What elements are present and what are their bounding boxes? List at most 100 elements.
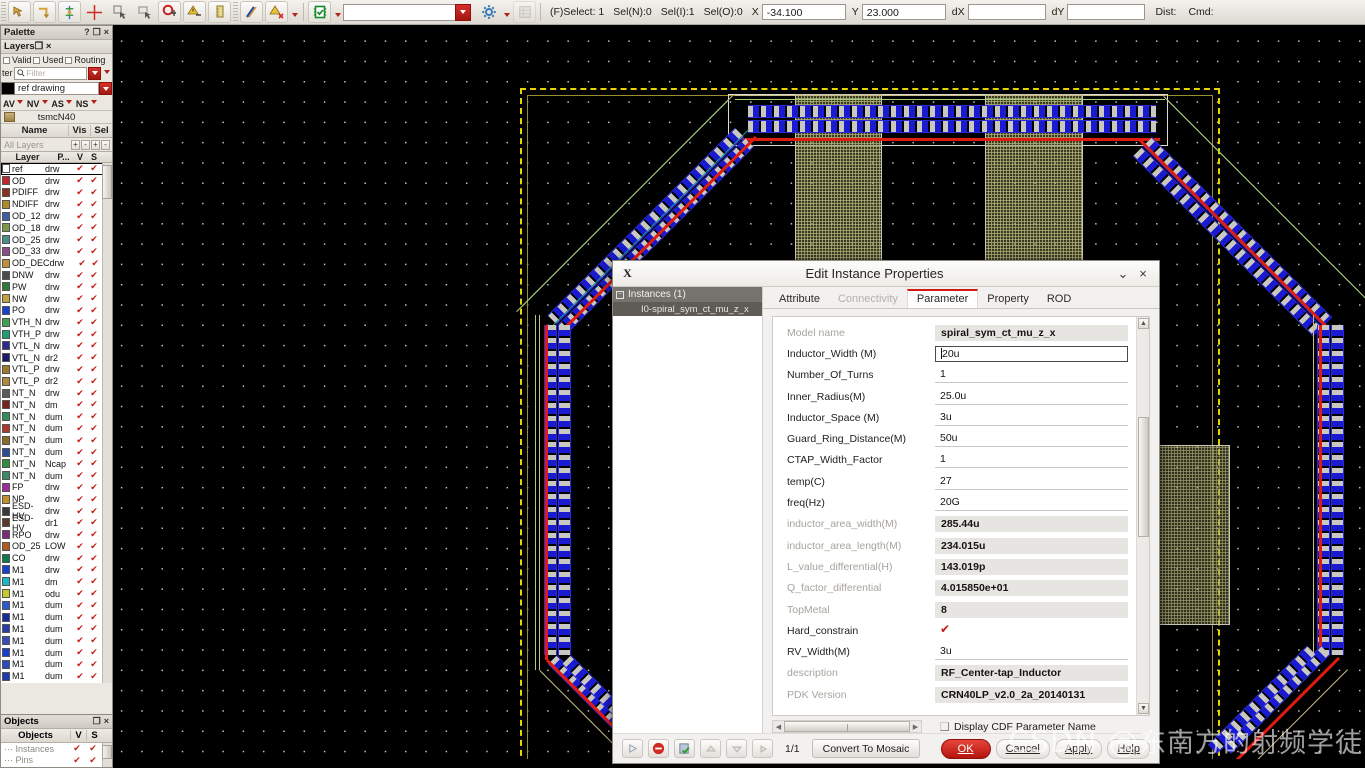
vis-all-on-button[interactable]: + xyxy=(71,139,80,150)
objects-title-buttons[interactable]: ❐ × xyxy=(93,716,109,727)
layer-selectable-checkbox[interactable]: ✔ xyxy=(87,187,101,198)
close-icon[interactable]: × xyxy=(1133,264,1153,284)
layer-visible-checkbox[interactable]: ✔ xyxy=(73,305,87,316)
nv-button[interactable]: NV xyxy=(25,99,41,109)
convert-to-mosaic-button[interactable]: Convert To Mosaic xyxy=(811,739,921,758)
layer-selectable-checkbox[interactable]: ✔ xyxy=(87,175,101,186)
layers-undock-icon[interactable]: ❐ xyxy=(35,41,44,52)
layer-selectable-checkbox[interactable]: ✔ xyxy=(87,399,101,410)
layer-visible-checkbox[interactable]: ✔ xyxy=(73,517,87,528)
layer-visible-checkbox[interactable]: ✔ xyxy=(73,671,87,682)
layer-visible-checkbox[interactable]: ✔ xyxy=(73,612,87,623)
layer-row[interactable]: M1 dum ✔✔ xyxy=(1,611,112,623)
play-icon[interactable] xyxy=(622,739,643,758)
parameter-form-wrapper[interactable]: Model name spiral_sym_ct_mu_z_x Inductor_W… xyxy=(772,316,1150,716)
layer-row[interactable]: RPO drw ✔ ✔ xyxy=(1,529,112,541)
ruler-icon[interactable] xyxy=(208,1,231,23)
layer-row[interactable]: ref drw ✔ ✔ xyxy=(1,163,112,175)
layer-row[interactable]: OD drw ✔ ✔ xyxy=(1,175,112,187)
layer-visible-checkbox[interactable]: ✔ xyxy=(73,175,87,186)
layer-visible-checkbox[interactable]: ✔ xyxy=(73,529,87,540)
layer-selectable-checkbox[interactable]: ✔ xyxy=(87,623,101,634)
down-icon[interactable] xyxy=(726,739,747,758)
layer-visible-checkbox[interactable]: ✔ xyxy=(73,435,87,446)
dialog-titlebar[interactable]: X Edit Instance Properties ⌄ × xyxy=(613,261,1159,287)
help-icon[interactable]: ? xyxy=(84,27,90,38)
ns-dropdown[interactable] xyxy=(89,100,98,107)
layer-selectable-checkbox[interactable]: ✔ xyxy=(87,317,101,328)
layer-selectable-checkbox[interactable]: ✔ xyxy=(87,506,101,517)
minimize-icon[interactable]: ⌄ xyxy=(1113,264,1133,284)
layer-visible-checkbox[interactable]: ✔ xyxy=(73,270,87,281)
layer-row[interactable]: DNW drw ✔ ✔ xyxy=(1,269,112,281)
filter-dropdown-button[interactable] xyxy=(88,66,101,80)
apply-button[interactable]: Apply xyxy=(1054,738,1103,759)
objects-visible-checkbox[interactable]: ✔ xyxy=(69,755,85,766)
undock-icon[interactable]: ❐ xyxy=(93,27,101,38)
palette-title-buttons[interactable]: ? ❐ × xyxy=(84,27,109,38)
alert-flag-icon[interactable] xyxy=(265,1,288,23)
objects-scrollbar[interactable] xyxy=(102,743,112,767)
layer-row[interactable]: PDIFF drw ✔ ✔ xyxy=(1,187,112,199)
hscroll-left-arrow[interactable]: ◀ xyxy=(773,721,784,732)
layer-row[interactable]: OD_25 LOW ✔ ✔ xyxy=(1,541,112,553)
parameter-value[interactable]: 27 xyxy=(935,473,1128,490)
layer-visible-checkbox[interactable]: ✔ xyxy=(73,635,87,646)
layer-selectable-checkbox[interactable]: ✔ xyxy=(87,246,101,257)
valid-checkbox[interactable] xyxy=(3,56,10,64)
vis-all-off-button[interactable]: - xyxy=(81,139,90,150)
layer-selectable-checkbox[interactable]: ✔ xyxy=(87,494,101,505)
layer-visible-checkbox[interactable]: ✔ xyxy=(73,623,87,634)
layer-row[interactable]: NT_N Ncap ✔ ✔ xyxy=(1,458,112,470)
layer-visible-checkbox[interactable]: ✔ xyxy=(73,447,87,458)
layer-selectable-checkbox[interactable]: ✔ xyxy=(87,458,101,469)
layer-selectable-checkbox[interactable]: ✔ xyxy=(87,647,101,658)
layer-visible-checkbox[interactable]: ✔ xyxy=(73,199,87,210)
tab-property[interactable]: Property xyxy=(978,291,1038,308)
tech-library-row[interactable]: tsmcN40 xyxy=(1,110,112,124)
current-layer-name[interactable]: ref drawing xyxy=(15,82,99,95)
layer-visible-checkbox[interactable]: ✔ xyxy=(73,352,87,363)
objects-selectable-checkbox[interactable]: ✔ xyxy=(85,743,101,754)
up-icon[interactable] xyxy=(700,739,721,758)
layer-selectable-checkbox[interactable]: ✔ xyxy=(89,258,102,269)
edit-instance-properties-dialog[interactable]: X Edit Instance Properties ⌄ × − Instanc… xyxy=(612,260,1160,764)
tab-parameter[interactable]: Parameter xyxy=(906,289,979,308)
main-toolbar[interactable]: (F)Select: 1 Sel(N):0 Sel(I):1 Sel(O):0 … xyxy=(0,0,1365,25)
layer-selectable-checkbox[interactable]: ✔ xyxy=(87,329,101,340)
dx-field[interactable] xyxy=(967,4,1046,20)
all-layers-row[interactable]: All Layers + - + - xyxy=(1,138,112,151)
layer-visible-checkbox[interactable]: ✔ xyxy=(73,163,87,174)
layer-visible-checkbox[interactable]: ✔ xyxy=(76,258,89,269)
display-cdf-checkbox[interactable] xyxy=(940,722,949,731)
layer-selectable-checkbox[interactable]: ✔ xyxy=(87,163,101,174)
sel-all-off-button[interactable]: - xyxy=(101,139,110,150)
layer-selectable-checkbox[interactable]: ✔ xyxy=(87,199,101,210)
layer-visible-checkbox[interactable]: ✔ xyxy=(73,600,87,611)
layer-selectable-checkbox[interactable]: ✔ xyxy=(87,588,101,599)
dy-field[interactable] xyxy=(1067,4,1146,20)
layer-row[interactable]: NT_N dm ✔ ✔ xyxy=(1,399,112,411)
layer-row[interactable]: VTH_P drw ✔ ✔ xyxy=(1,328,112,340)
parameter-value[interactable]: 3u xyxy=(935,644,1128,661)
layer-visible-checkbox[interactable]: ✔ xyxy=(73,246,87,257)
form-scroll-thumb[interactable] xyxy=(1138,417,1149,537)
layer-visible-checkbox[interactable]: ✔ xyxy=(73,553,87,564)
layer-visible-checkbox[interactable]: ✔ xyxy=(73,329,87,340)
layer-selectable-checkbox[interactable]: ✔ xyxy=(87,423,101,434)
layer-selectable-checkbox[interactable]: ✔ xyxy=(87,564,101,575)
display-cdf-parameter-name-row[interactable]: Display CDF Parameter Name xyxy=(940,721,1096,733)
layer-visible-checkbox[interactable]: ✔ xyxy=(73,376,87,387)
layer-selectable-checkbox[interactable]: ✔ xyxy=(87,222,101,233)
layer-row[interactable]: M1 dum ✔✔ xyxy=(1,623,112,635)
tab-attribute[interactable]: Attribute xyxy=(770,291,829,308)
layer-visible-checkbox[interactable]: ✔ xyxy=(73,388,87,399)
tree-collapse-icon[interactable]: − xyxy=(616,290,624,299)
layer-row[interactable]: PO drw ✔ ✔ xyxy=(1,305,112,317)
filter-input[interactable]: Filter xyxy=(13,66,87,80)
edit-check-icon[interactable] xyxy=(674,739,695,758)
layer-selectable-checkbox[interactable]: ✔ xyxy=(87,234,101,245)
layer-row[interactable]: PW drw ✔ ✔ xyxy=(1,281,112,293)
layer-visible-checkbox[interactable]: ✔ xyxy=(73,470,87,481)
all-layers-vis-buttons[interactable]: + - + - xyxy=(71,139,112,150)
